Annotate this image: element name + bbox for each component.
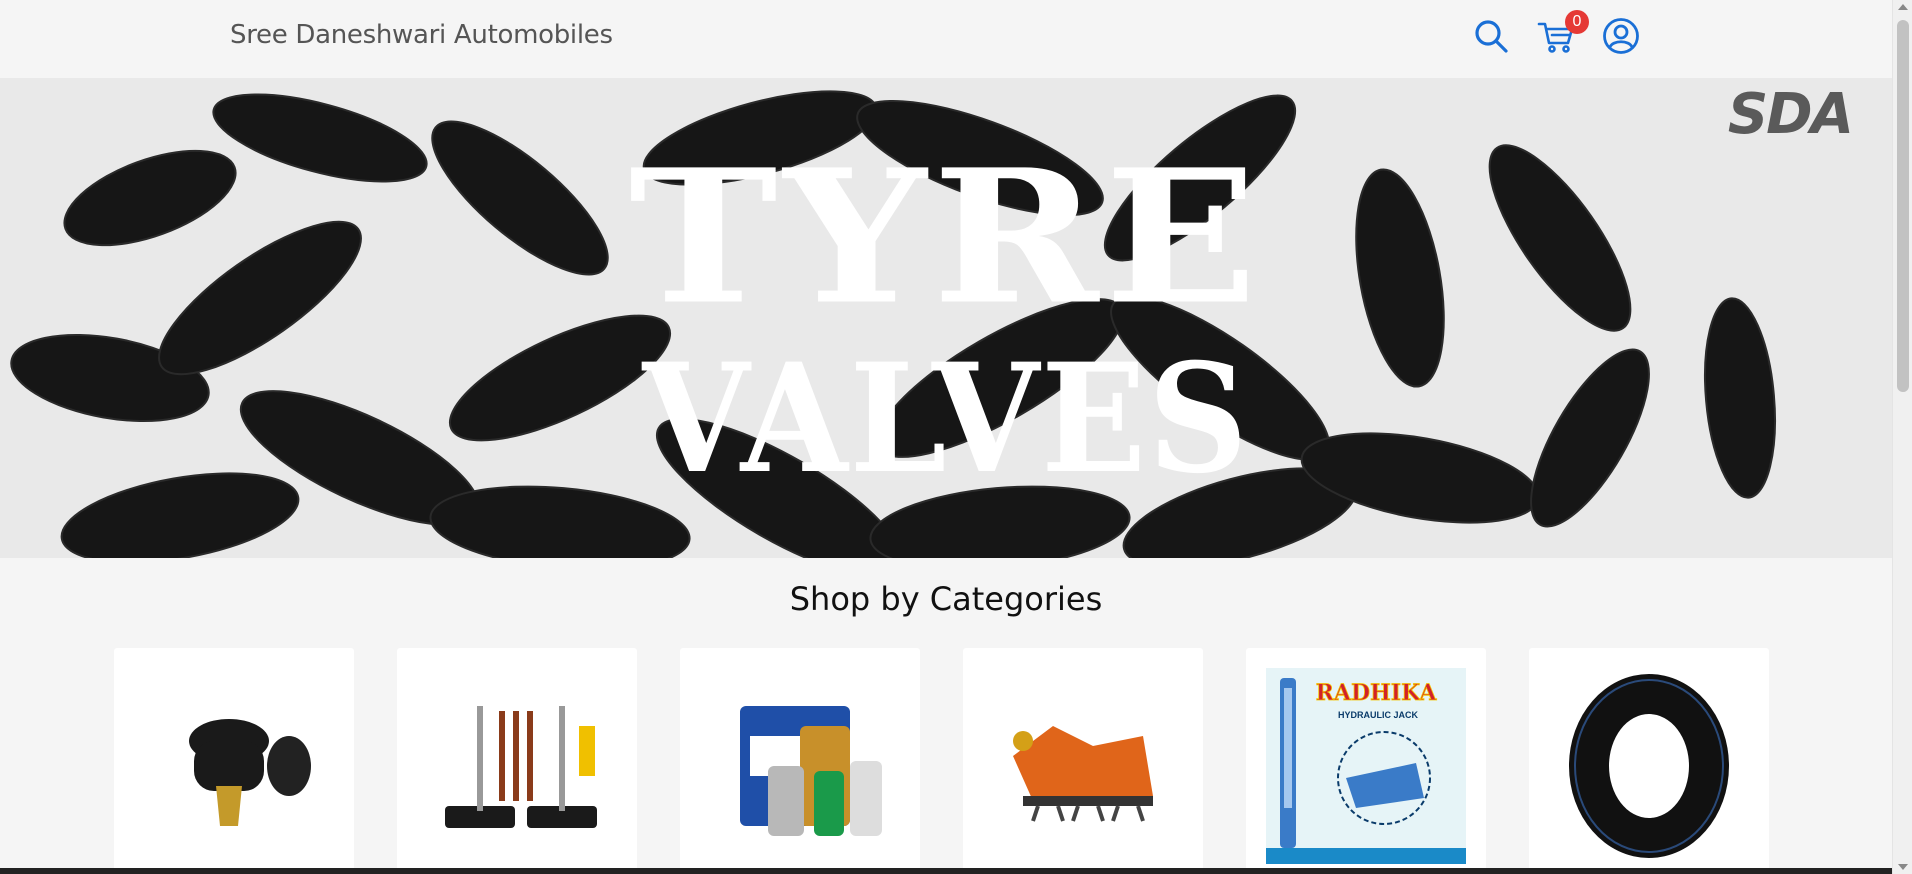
bottom-bar	[0, 868, 1892, 874]
search-icon[interactable]	[1471, 16, 1511, 56]
category-list: RADHIKA HYDRAULIC JACK	[0, 648, 1892, 874]
category-card-tyre-valve[interactable]	[114, 648, 354, 874]
page-scrollbar[interactable]	[1892, 0, 1912, 874]
hero-title-line1: TYRE	[628, 129, 1264, 346]
category-card-inner-tube[interactable]	[1529, 648, 1769, 874]
category-card-puncture-kit[interactable]	[397, 648, 637, 874]
hero-title-line2: VALVES	[642, 331, 1250, 507]
category-card-rotavator[interactable]	[963, 648, 1203, 874]
brand-name[interactable]: Sree Daneshwari Automobiles	[230, 20, 613, 50]
account-icon[interactable]	[1601, 16, 1641, 56]
scroll-thumb[interactable]	[1897, 20, 1909, 392]
jack-caption-text: HYDRAULIC JACK	[1338, 710, 1419, 720]
tyre-valve-image	[134, 668, 334, 864]
inner-tube-image	[1549, 668, 1749, 864]
page: Sree Daneshwari Automobiles 0 TYRE VALVE…	[0, 0, 1892, 874]
sda-logo: SDA	[1727, 82, 1854, 147]
jack-brand-text: RADHIKA	[1316, 680, 1438, 706]
scroll-up-arrow-icon[interactable]	[1898, 4, 1908, 10]
engine-oil-image	[700, 668, 900, 864]
puncture-repair-kit-image	[417, 668, 617, 864]
section-title: Shop by Categories	[789, 580, 1103, 618]
category-card-hydraulic-jack[interactable]: RADHIKA HYDRAULIC JACK	[1246, 648, 1486, 874]
site-header: Sree Daneshwari Automobiles 0	[0, 0, 1892, 78]
hydraulic-jack-image: RADHIKA HYDRAULIC JACK	[1266, 668, 1466, 864]
scroll-down-arrow-icon[interactable]	[1898, 864, 1908, 870]
hero-banner[interactable]: TYRE VALVES SDA	[0, 78, 1892, 558]
category-card-engine-oil[interactable]	[680, 648, 920, 874]
cart-count-badge: 0	[1565, 10, 1589, 34]
rotavator-image	[983, 668, 1183, 864]
hero-title: TYRE VALVES	[0, 138, 1892, 494]
